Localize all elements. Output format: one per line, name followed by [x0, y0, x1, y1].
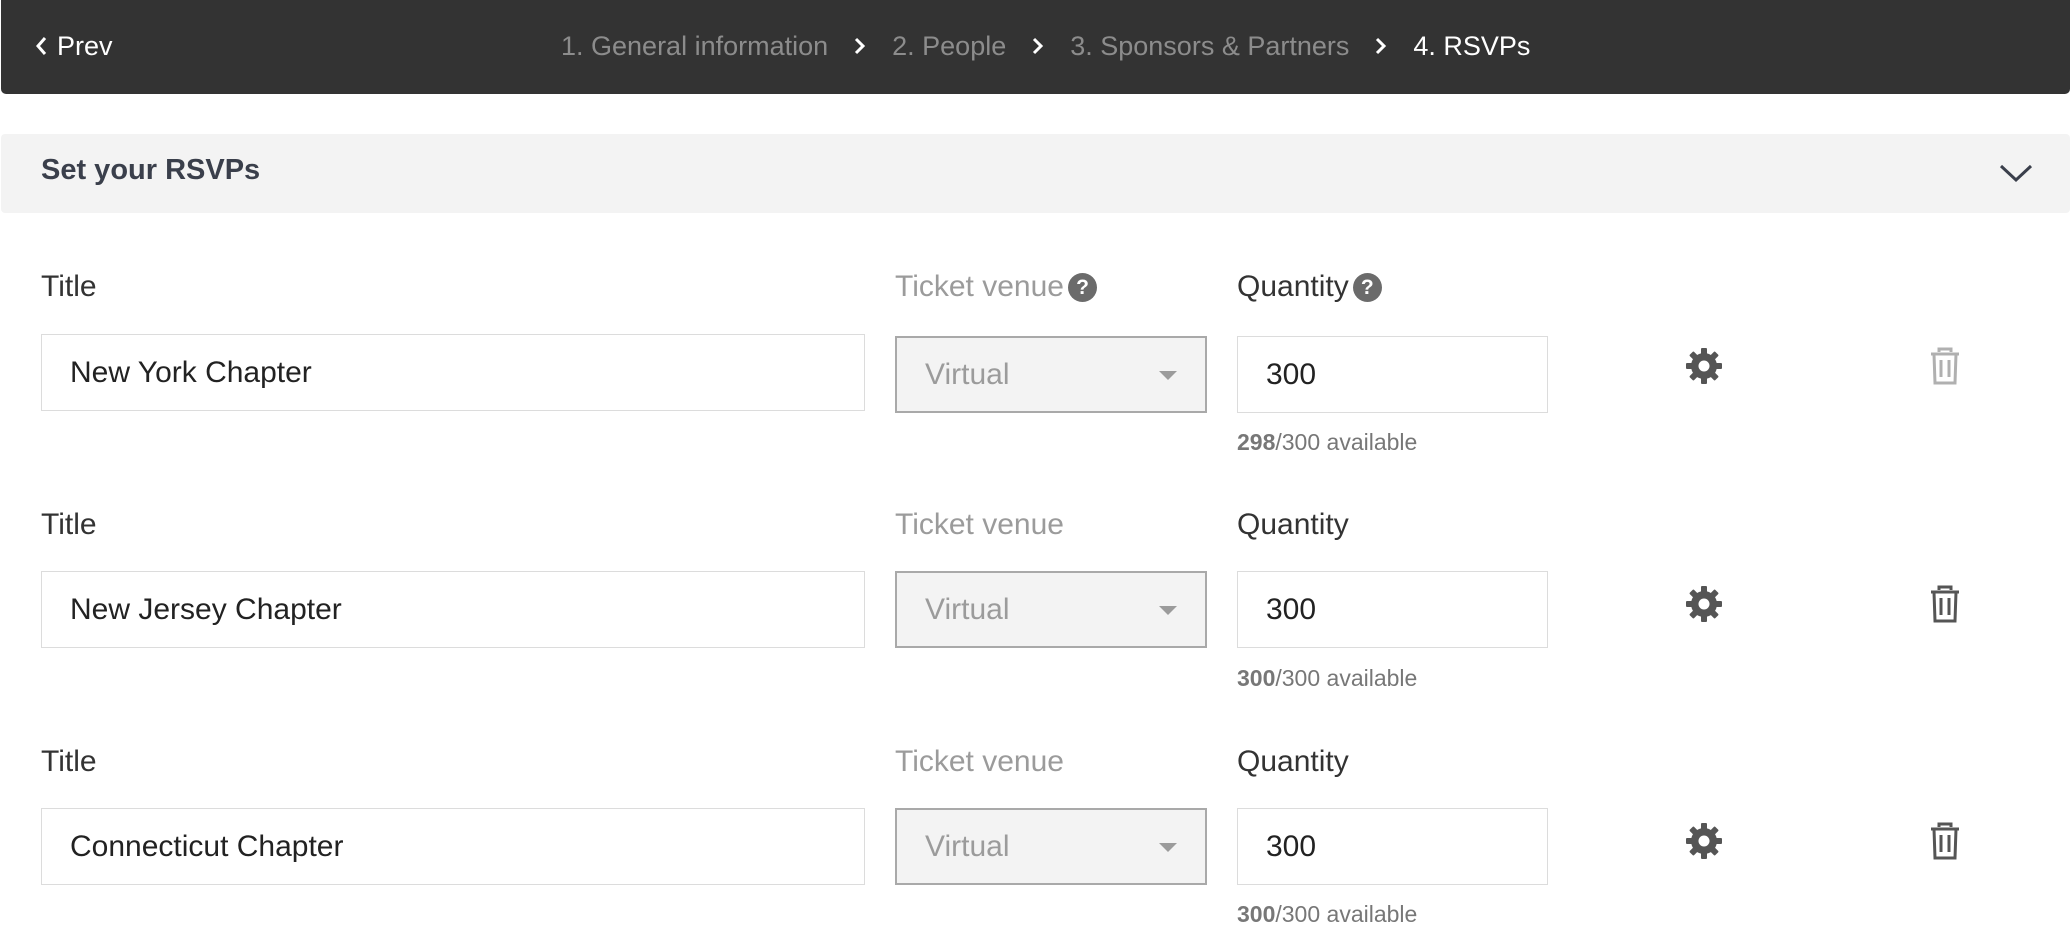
ticket-venue-select[interactable]: Virtual	[895, 571, 1207, 648]
gear-icon[interactable]	[1684, 584, 1724, 624]
available-suffix: available	[1326, 429, 1418, 455]
ticket-venue-value: Virtual	[925, 592, 1010, 626]
ticket-venue-label: Ticket venue	[895, 745, 1064, 778]
trash-icon[interactable]	[1925, 584, 1965, 624]
chevron-left-icon	[36, 37, 47, 55]
prev-label: Prev	[57, 30, 113, 61]
title-input[interactable]: Connecticut Chapter	[41, 808, 865, 885]
quantity-input[interactable]: 300	[1237, 571, 1548, 648]
trash-icon[interactable]	[1925, 346, 1965, 386]
prev-button[interactable]: Prev	[31, 28, 113, 64]
title-label: Title	[41, 508, 97, 541]
step-people[interactable]: 2. People	[892, 31, 1006, 62]
title-label: Title	[41, 270, 97, 303]
quantity-label: Quantity	[1237, 508, 1349, 541]
availability-text: 300/300 available	[1237, 665, 1418, 691]
rsvp-row: Title Ticket venue Quantity New Jersey C…	[0, 500, 2071, 720]
step-general-information[interactable]: 1. General information	[561, 31, 828, 62]
title-input[interactable]: New Jersey Chapter	[41, 571, 865, 648]
available-suffix: available	[1326, 901, 1418, 927]
available-suffix: available	[1326, 665, 1418, 691]
title-input[interactable]: New York Chapter	[41, 334, 865, 411]
available-count: 300	[1237, 665, 1276, 691]
step-rsvps[interactable]: 4. RSVPs	[1413, 31, 1530, 62]
wizard-steps: 1. General information 2. People 3. Spon…	[561, 28, 1530, 64]
caret-down-icon	[1159, 606, 1177, 615]
ticket-venue-value: Virtual	[925, 357, 1010, 391]
ticket-venue-value: Virtual	[925, 829, 1010, 863]
chevron-right-icon	[1033, 37, 1044, 55]
total-count: 300	[1281, 665, 1321, 691]
ticket-venue-label: Ticket venue ?	[895, 270, 1097, 304]
quantity-input[interactable]: 300	[1237, 336, 1548, 413]
step-sponsors-partners[interactable]: 3. Sponsors & Partners	[1070, 31, 1349, 62]
question-circle-icon[interactable]: ?	[1352, 272, 1382, 302]
quantity-label: Quantity ?	[1237, 270, 1382, 304]
caret-down-icon	[1159, 843, 1177, 852]
question-circle-icon[interactable]: ?	[1067, 272, 1097, 302]
section-title: Set your RSVPs	[41, 154, 261, 186]
quantity-label-text: Quantity	[1237, 270, 1349, 303]
caret-down-icon	[1159, 371, 1177, 380]
rsvp-section-header[interactable]: Set your RSVPs	[1, 134, 2070, 213]
gear-icon[interactable]	[1684, 821, 1724, 861]
chevron-down-icon[interactable]	[1996, 154, 2036, 192]
wizard-nav-bar: Prev 1. General information 2. People 3.…	[1, 0, 2070, 94]
chevron-right-icon	[1376, 37, 1387, 55]
total-count: 300	[1281, 901, 1321, 927]
quantity-label: Quantity	[1237, 745, 1349, 778]
available-count: 298	[1237, 429, 1276, 455]
chevron-right-icon	[855, 37, 866, 55]
trash-icon[interactable]	[1925, 821, 1965, 861]
ticket-venue-select[interactable]: Virtual	[895, 336, 1207, 413]
ticket-venue-label: Ticket venue	[895, 508, 1064, 541]
quantity-input[interactable]: 300	[1237, 808, 1548, 885]
gear-icon[interactable]	[1684, 346, 1724, 386]
title-label: Title	[41, 745, 97, 778]
ticket-venue-label-text: Ticket venue	[895, 270, 1064, 303]
total-count: 300	[1281, 429, 1321, 455]
available-count: 300	[1237, 901, 1276, 927]
ticket-venue-select[interactable]: Virtual	[895, 808, 1207, 885]
rsvp-row: Title Ticket venue Quantity Connecticut …	[0, 737, 2071, 944]
availability-text: 298/300 available	[1237, 429, 1418, 455]
rsvp-row: Title Ticket venue ? Quantity ? New York…	[0, 262, 2071, 482]
availability-text: 300/300 available	[1237, 901, 1418, 927]
